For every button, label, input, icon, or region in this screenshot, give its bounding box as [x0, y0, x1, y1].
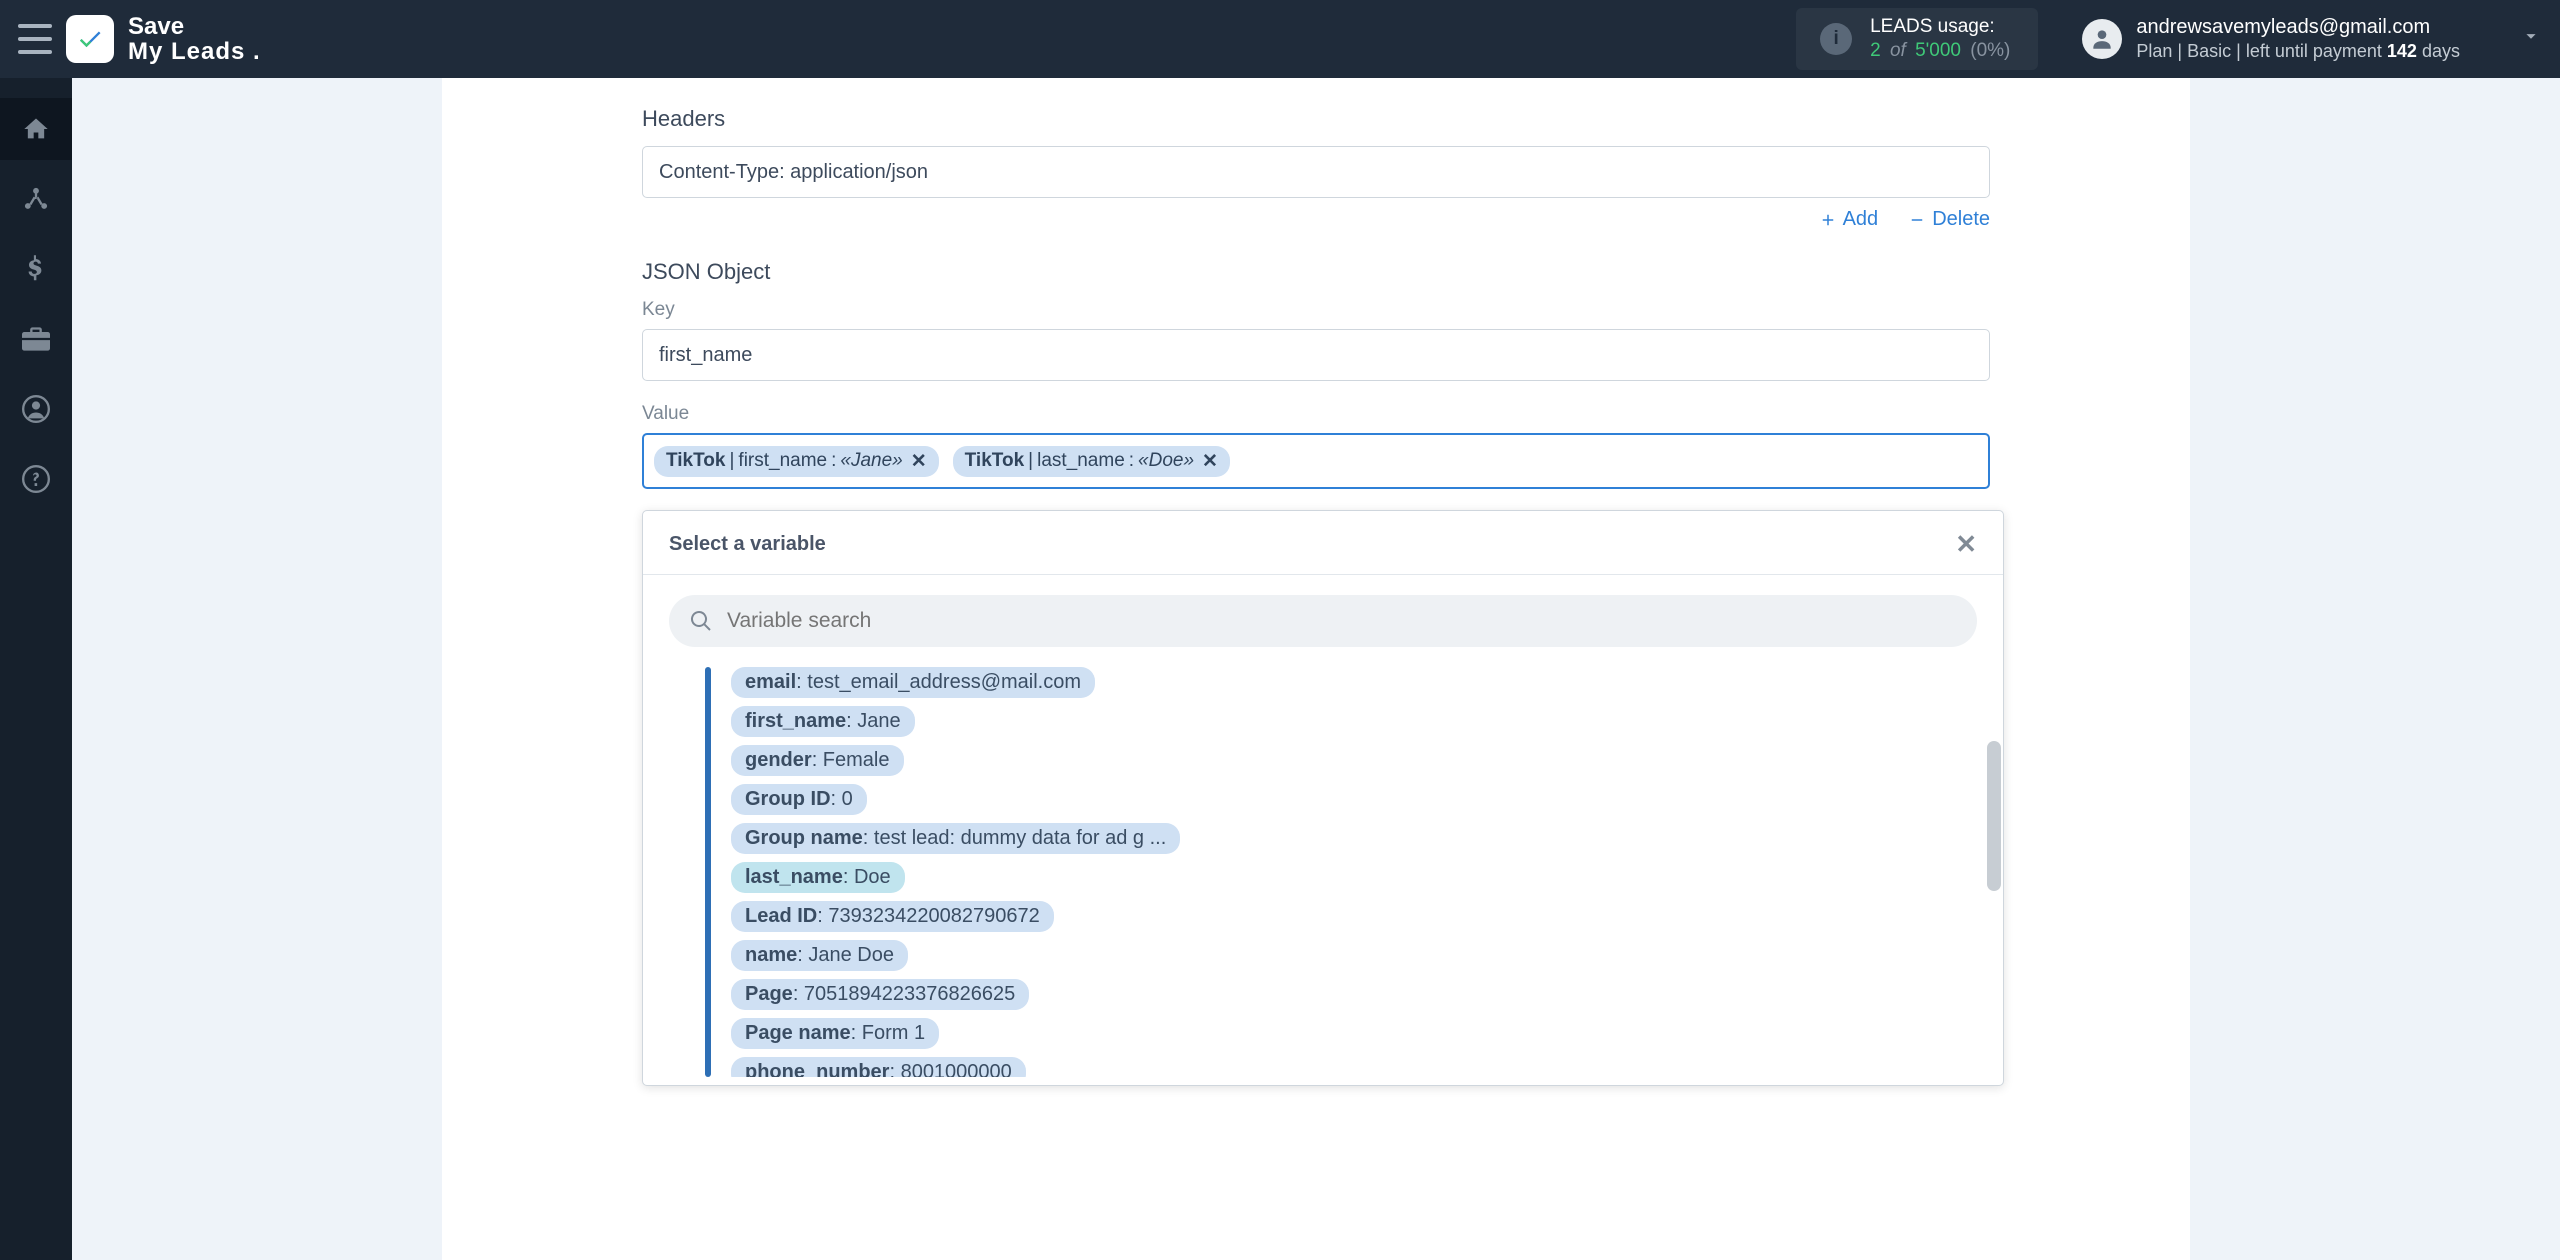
- sidebar-item-account[interactable]: [0, 378, 72, 440]
- usage-of: of: [1890, 40, 1906, 61]
- close-icon[interactable]: ✕: [1955, 529, 1977, 560]
- variable-option[interactable]: Group ID: 0: [731, 784, 867, 815]
- info-icon: i: [1820, 23, 1852, 55]
- variable-dropdown: Select a variable ✕ email: test_email_ad…: [642, 510, 2004, 1086]
- usage-pct: (0%): [1970, 40, 2010, 61]
- brand-title: Save My Leads .: [128, 14, 261, 64]
- search-icon: [689, 609, 713, 633]
- json-object-title: JSON Object: [642, 259, 1990, 285]
- variable-option[interactable]: Page name: Form 1: [731, 1018, 939, 1049]
- plus-icon: [1819, 211, 1837, 229]
- menu-toggle[interactable]: [18, 24, 52, 54]
- sidebar-item-connections[interactable]: [0, 168, 72, 230]
- headers-input[interactable]: [642, 146, 1990, 198]
- page: Headers Add Delete JSON Object Key Value…: [72, 78, 2560, 1260]
- sidebar-item-help[interactable]: [0, 448, 72, 510]
- list-indicator: [705, 667, 711, 1077]
- variable-list: email: test_email_address@mail.com first_…: [731, 667, 1995, 1077]
- variable-option[interactable]: last_name: Doe: [731, 862, 905, 893]
- variable-option[interactable]: email: test_email_address@mail.com: [731, 667, 1095, 698]
- user-email: andrewsavemyleads@gmail.com: [2136, 14, 2460, 40]
- plan-days-word: days: [2422, 41, 2460, 61]
- plan-mid: | left until payment: [2236, 41, 2382, 61]
- plan-days: 142: [2387, 41, 2417, 61]
- value-label: Value: [642, 403, 1990, 425]
- variable-option[interactable]: name: Jane Doe: [731, 940, 908, 971]
- variable-search-input[interactable]: [727, 609, 1957, 633]
- logo[interactable]: [66, 15, 114, 63]
- minus-icon: [1908, 211, 1926, 229]
- variable-option[interactable]: phone_number: 8001000000: [731, 1057, 1026, 1077]
- dropdown-title: Select a variable: [669, 533, 826, 556]
- plan-name: Basic: [2187, 41, 2231, 61]
- key-input[interactable]: [642, 329, 1990, 381]
- plan-prefix: Plan |: [2136, 41, 2182, 61]
- variable-option[interactable]: Lead ID: 7393234220082790672: [731, 901, 1054, 932]
- topbar: Save My Leads . i LEADS usage: 2 of 5'00…: [0, 0, 2560, 78]
- headers-title: Headers: [642, 106, 1990, 132]
- brand-line1: Save: [128, 14, 261, 39]
- value-chip[interactable]: TikTok | last_name : «Doe» ✕: [953, 446, 1230, 477]
- usage-pill[interactable]: i LEADS usage: 2 of 5'000 (0%): [1796, 8, 2038, 70]
- usage-label: LEADS usage:: [1870, 15, 2014, 39]
- avatar-icon: [2082, 19, 2122, 59]
- chevron-down-icon[interactable]: [2520, 25, 2542, 52]
- brand-line2: My Leads: [128, 38, 245, 65]
- variable-option[interactable]: Page: 7051894223376826625: [731, 979, 1029, 1010]
- delete-header-button[interactable]: Delete: [1908, 208, 1990, 231]
- sidebar-item-billing[interactable]: [0, 238, 72, 300]
- variable-option[interactable]: Group name: test lead: dummy data for ad…: [731, 823, 1180, 854]
- sidebar: [0, 78, 72, 1260]
- variable-search[interactable]: [669, 595, 1977, 647]
- usage-limit: 5'000: [1915, 40, 1961, 61]
- add-header-button[interactable]: Add: [1819, 208, 1879, 231]
- chip-remove-icon[interactable]: ✕: [911, 450, 927, 473]
- chip-remove-icon[interactable]: ✕: [1202, 450, 1218, 473]
- variable-option[interactable]: first_name: Jane: [731, 706, 915, 737]
- check-icon: [76, 25, 104, 53]
- sidebar-item-home[interactable]: [0, 98, 72, 160]
- scrollbar-thumb[interactable]: [1987, 741, 2001, 891]
- sidebar-item-briefcase[interactable]: [0, 308, 72, 370]
- value-chip[interactable]: TikTok | first_name : «Jane» ✕: [654, 446, 939, 477]
- form-card: Headers Add Delete JSON Object Key Value…: [442, 78, 2190, 1260]
- variable-option[interactable]: gender: Female: [731, 745, 904, 776]
- user-block[interactable]: andrewsavemyleads@gmail.com Plan | Basic…: [2082, 14, 2542, 63]
- usage-used: 2: [1870, 40, 1881, 61]
- headers-actions: Add Delete: [642, 208, 1990, 231]
- value-input[interactable]: TikTok | first_name : «Jane» ✕ TikTok | …: [642, 433, 1990, 489]
- key-label: Key: [642, 299, 1990, 321]
